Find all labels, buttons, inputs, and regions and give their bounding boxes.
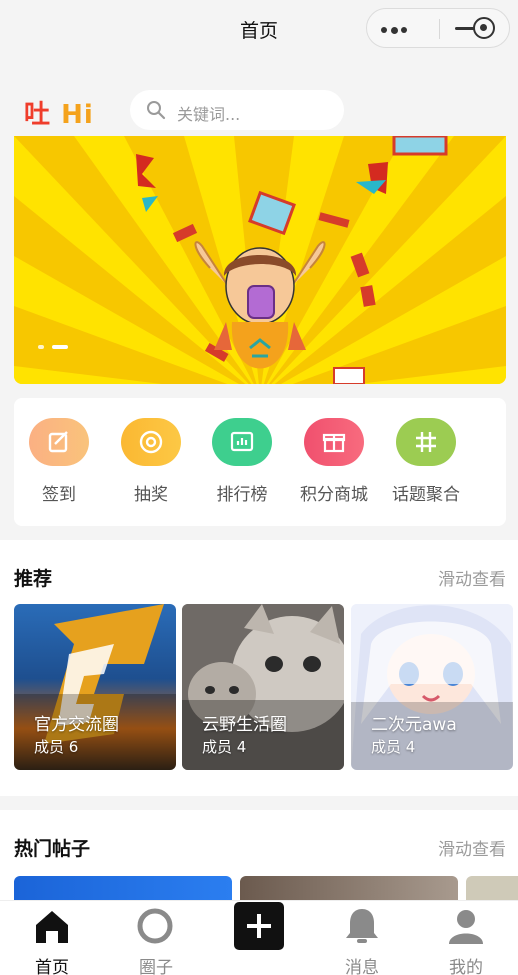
carousel-dot[interactable] (38, 345, 44, 349)
section-title: 推荐 (14, 568, 53, 590)
quick-action-points-mall[interactable]: 积分商城 (289, 418, 379, 508)
close-miniprogram-icon[interactable] (473, 17, 495, 39)
more-icon[interactable] (381, 26, 407, 34)
circle-name: 云野生活圈 (202, 715, 287, 735)
quick-action-label: 排行榜 (216, 485, 268, 505)
capsule-divider (439, 19, 440, 39)
hot-posts-section: 热门帖子 滑动查看 (0, 810, 518, 916)
quick-action-label: 积分商城 (300, 485, 368, 505)
circle-member-count: 成员 4 (371, 738, 416, 756)
quick-action-label: 签到 (42, 485, 76, 505)
circle-card[interactable]: 二次元awa 成员 4 (351, 604, 513, 770)
quick-action-label: 抽奖 (134, 485, 168, 505)
tab-messages[interactable]: 消息 (310, 901, 414, 975)
chart-icon (212, 418, 272, 466)
create-post-button[interactable] (234, 902, 284, 950)
quick-action-label: 话题聚合 (392, 485, 460, 505)
edit-icon (29, 418, 89, 466)
banner-carousel[interactable] (14, 136, 506, 384)
home-header: 吐 Hi 关键词... (0, 84, 518, 136)
home-icon (36, 911, 68, 943)
circle-member-count: 成员 4 (202, 738, 247, 756)
search-icon (147, 101, 166, 120)
hash-icon (396, 418, 456, 466)
quick-action-topics[interactable]: 话题聚合 (381, 418, 471, 508)
section-title: 热门帖子 (14, 838, 91, 860)
banner-illustration (14, 136, 506, 384)
circle-member-count: 成员 6 (34, 738, 79, 756)
carousel-dot-active[interactable] (52, 345, 68, 349)
user-icon (449, 910, 483, 944)
section-header: 推荐 滑动查看 (14, 564, 506, 590)
quick-action-checkin[interactable]: 签到 (14, 418, 104, 508)
navigation-bar: 首页 (0, 0, 518, 56)
quick-action-ranking[interactable]: 排行榜 (197, 418, 287, 508)
quick-actions-panel: 签到 抽奖 排行榜 积分商城 话题聚合 (14, 398, 506, 526)
tab-profile[interactable]: 我的 (414, 901, 518, 975)
circle-card[interactable]: 官方交流圈 成员 6 (14, 604, 176, 770)
bottom-tab-bar: 首页 圈子 消息 我的 (0, 900, 518, 975)
search-placeholder: 关键词... (177, 105, 241, 124)
circle-icon (137, 908, 173, 944)
tab-label: 我的 (449, 958, 483, 975)
tab-label: 圈子 (139, 958, 173, 975)
bell-icon (346, 909, 378, 943)
section-header: 热门帖子 滑动查看 (14, 834, 506, 860)
miniprogram-capsule (366, 8, 510, 48)
recommend-section: 推荐 滑动查看 官方交流圈 成员 6 云野生活圈 成员 4 二次元awa 成员 … (0, 540, 518, 796)
gift-icon (304, 418, 364, 466)
circle-name: 二次元awa (371, 715, 457, 735)
tab-label: 消息 (345, 958, 379, 975)
plus-icon (247, 914, 271, 938)
circle-name: 官方交流圈 (34, 715, 119, 735)
minimize-icon[interactable] (455, 27, 475, 30)
tab-circles[interactable]: 圈子 (104, 901, 208, 975)
app-logo: 吐 Hi (24, 100, 94, 130)
tab-label: 首页 (35, 958, 69, 975)
target-icon (121, 418, 181, 466)
circle-card[interactable]: 云野生活圈 成员 4 (182, 604, 344, 770)
tab-home[interactable]: 首页 (0, 901, 104, 975)
search-input[interactable]: 关键词... (130, 90, 344, 130)
swipe-hint[interactable]: 滑动查看 (438, 835, 506, 860)
swipe-hint[interactable]: 滑动查看 (438, 565, 506, 590)
quick-action-lottery[interactable]: 抽奖 (106, 418, 196, 508)
